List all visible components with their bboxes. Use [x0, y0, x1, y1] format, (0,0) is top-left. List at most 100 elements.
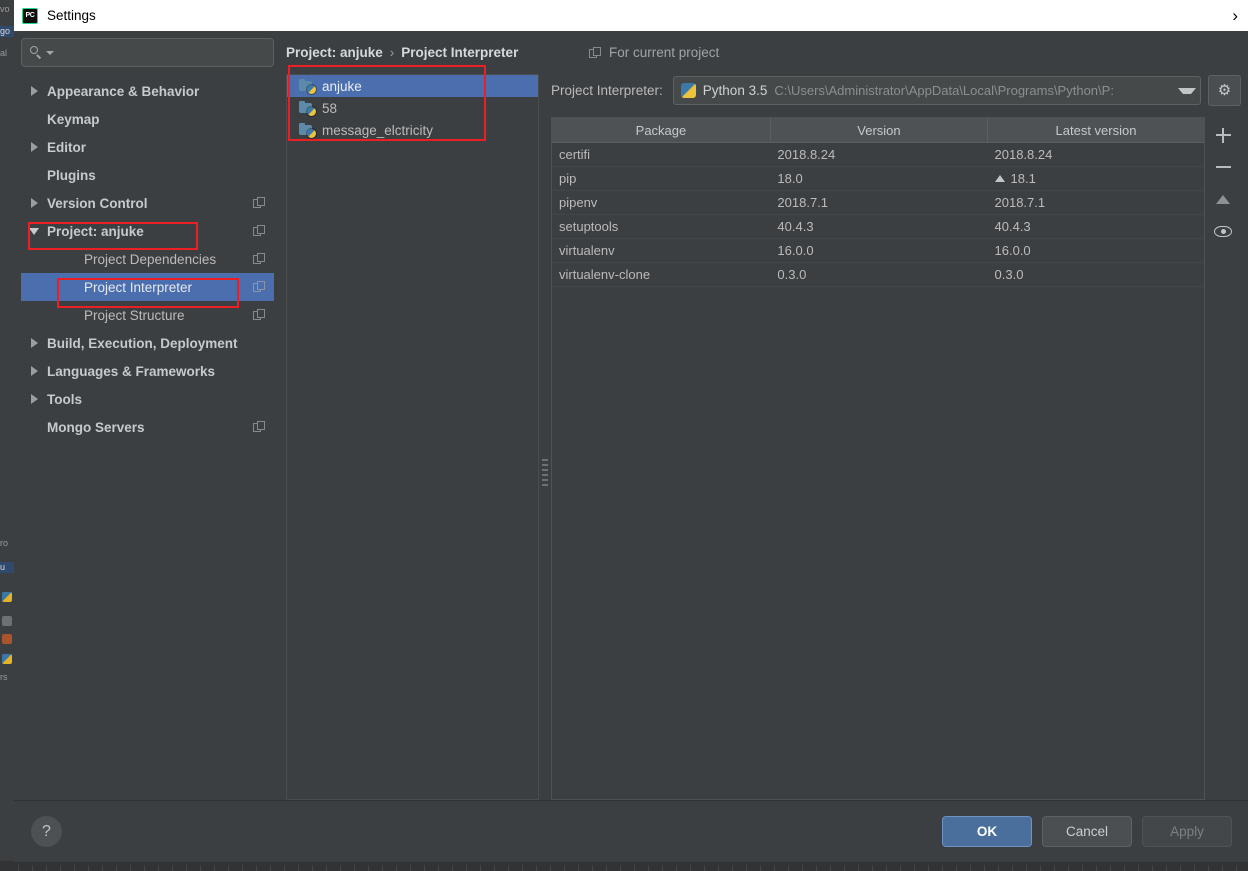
- project-list-item[interactable]: 58: [287, 97, 538, 119]
- bg-fragment: go: [0, 26, 14, 37]
- sidebar-item-label: Appearance & Behavior: [47, 83, 200, 99]
- window-title: Settings: [47, 8, 96, 23]
- project-list-item-label: message_elctricity: [322, 122, 434, 138]
- bg-fragment: vo: [0, 4, 10, 14]
- settings-nav-panel: Appearance & Behavior Keymap Editor Plugins…: [21, 38, 274, 800]
- scope-note: For current project: [551, 40, 1241, 65]
- search-box[interactable]: [21, 38, 274, 67]
- latest-version-text: 16.0.0: [994, 243, 1031, 258]
- add-package-button[interactable]: [1209, 121, 1237, 149]
- gear-icon: ⚙: [1217, 82, 1232, 99]
- bg-fragment: u: [0, 562, 14, 573]
- sidebar-item-keymap[interactable]: Keymap: [21, 105, 274, 133]
- search-input[interactable]: [60, 44, 265, 61]
- cell-latest-version: 0.3.0: [987, 262, 1204, 287]
- show-paths-button[interactable]: [1209, 217, 1237, 245]
- sidebar-item-label: Project Interpreter: [84, 279, 193, 295]
- column-header-version[interactable]: Version: [770, 118, 989, 143]
- search-icon: [30, 46, 43, 59]
- sidebar-item-label: Mongo Servers: [47, 419, 145, 435]
- breadcrumb-current: Project Interpreter: [401, 45, 519, 60]
- settings-dialog: PC Settings › Appearance & Behavior Keyma…: [14, 0, 1248, 862]
- sidebar-item-label: Keymap: [47, 111, 100, 127]
- chevron-right-icon[interactable]: [21, 366, 47, 376]
- copy-icon: [253, 421, 266, 433]
- sidebar-item-project-structure[interactable]: Project Structure: [21, 301, 274, 329]
- sidebar-item-languages-frameworks[interactable]: Languages & Frameworks: [21, 357, 274, 385]
- cell-latest-version: 2018.7.1: [987, 190, 1204, 215]
- panel-splitter[interactable]: [539, 38, 551, 800]
- chevron-down-icon[interactable]: [46, 50, 54, 55]
- footer-actions: OK Cancel Apply: [942, 816, 1232, 847]
- chevron-down-icon[interactable]: [1178, 87, 1196, 94]
- packages-table-wrap[interactable]: Package Version Latest version certifi 20…: [551, 117, 1205, 800]
- breadcrumb: Project: anjuke › Project Interpreter: [286, 40, 539, 65]
- cancel-button[interactable]: Cancel: [1042, 816, 1132, 847]
- project-list[interactable]: anjuke 58 message_elctricity: [286, 74, 539, 800]
- sidebar-item-project-interpreter[interactable]: Project Interpreter: [21, 273, 274, 301]
- sidebar-item-build-execution-deployment[interactable]: Build, Execution, Deployment: [21, 329, 274, 357]
- latest-version-text: 2018.7.1: [994, 195, 1046, 210]
- cell-package: pip: [552, 166, 771, 191]
- remove-package-button[interactable]: [1209, 153, 1237, 181]
- interpreter-panel: For current project Project Interpreter:…: [551, 38, 1241, 800]
- interpreter-path: C:\Users\Administrator\AppData\Local\Pro…: [774, 83, 1114, 98]
- breadcrumb-parent[interactable]: Project: anjuke: [286, 45, 383, 60]
- sidebar-item-project-dependencies[interactable]: Project Dependencies: [21, 245, 274, 273]
- table-row[interactable]: virtualenv-clone 0.3.0 0.3.0: [552, 262, 1204, 287]
- ok-button[interactable]: OK: [942, 816, 1032, 847]
- cell-package: virtualenv: [552, 238, 771, 263]
- cell-version: 2018.7.1: [770, 190, 988, 215]
- gear-button[interactable]: ⚙: [1208, 75, 1241, 106]
- sidebar-item-label: Editor: [47, 139, 86, 155]
- splitter-grip[interactable]: [542, 459, 548, 487]
- chevron-right-icon[interactable]: [21, 198, 47, 208]
- copy-icon: [253, 281, 266, 293]
- sidebar-item-project-anjuke[interactable]: Project: anjuke: [21, 217, 274, 245]
- chevron-down-icon[interactable]: [21, 227, 47, 235]
- upgrade-available-icon: [994, 175, 1005, 182]
- cell-version: 2018.8.24: [770, 142, 988, 167]
- interpreter-label: Project Interpreter:: [551, 83, 663, 98]
- sidebar-item-tools[interactable]: Tools: [21, 385, 274, 413]
- sidebar-item-version-control[interactable]: Version Control: [21, 189, 274, 217]
- chevron-right-icon[interactable]: [21, 86, 47, 96]
- project-folder-icon: [299, 78, 316, 94]
- cell-latest-version: 2018.8.24: [987, 142, 1204, 167]
- table-row[interactable]: setuptools 40.4.3 40.4.3: [552, 214, 1204, 239]
- python-icon: [2, 654, 12, 664]
- sidebar-item-label: Version Control: [47, 195, 148, 211]
- cell-latest-version: 40.4.3: [987, 214, 1204, 239]
- latest-version-text: 18.1: [1010, 171, 1036, 186]
- chevron-right-icon[interactable]: [21, 338, 47, 348]
- cell-version: 18.0: [770, 166, 988, 191]
- table-row[interactable]: certifi 2018.8.24 2018.8.24: [552, 142, 1204, 167]
- sidebar-item-plugins[interactable]: Plugins: [21, 161, 274, 189]
- cell-package: setuptools: [552, 214, 771, 239]
- column-header-package[interactable]: Package: [552, 118, 771, 143]
- chevron-right-icon[interactable]: [21, 394, 47, 404]
- chevron-right-icon[interactable]: [21, 142, 47, 152]
- project-panel: Project: anjuke › Project Interpreter an…: [286, 38, 539, 800]
- project-list-item-label: anjuke: [322, 78, 362, 94]
- bg-square: [2, 616, 12, 626]
- copy-icon: [253, 225, 266, 237]
- cell-package: pipenv: [552, 190, 771, 215]
- sidebar-item-mongo-servers[interactable]: Mongo Servers: [21, 413, 274, 441]
- table-row[interactable]: virtualenv 16.0.0 16.0.0: [552, 238, 1204, 263]
- column-header-latest-version[interactable]: Latest version: [987, 118, 1204, 143]
- interpreter-name: Python 3.5: [702, 83, 768, 98]
- project-list-item[interactable]: anjuke: [287, 75, 538, 97]
- project-list-item[interactable]: message_elctricity: [287, 119, 538, 141]
- table-row[interactable]: pipenv 2018.7.1 2018.7.1: [552, 190, 1204, 215]
- sidebar-item-editor[interactable]: Editor: [21, 133, 274, 161]
- python-icon: [2, 592, 12, 602]
- breadcrumb-separator: ›: [389, 45, 395, 60]
- sidebar-item-appearance-behavior[interactable]: Appearance & Behavior: [21, 77, 274, 105]
- table-row[interactable]: pip 18.0 18.1: [552, 166, 1204, 191]
- help-button[interactable]: ?: [31, 816, 62, 847]
- dialog-body: Appearance & Behavior Keymap Editor Plugins…: [14, 31, 1248, 800]
- chevron-right-icon[interactable]: ›: [1232, 2, 1238, 30]
- upgrade-package-button[interactable]: [1209, 185, 1237, 213]
- interpreter-select[interactable]: Python 3.5 C:\Users\Administrator\AppDat…: [672, 76, 1201, 105]
